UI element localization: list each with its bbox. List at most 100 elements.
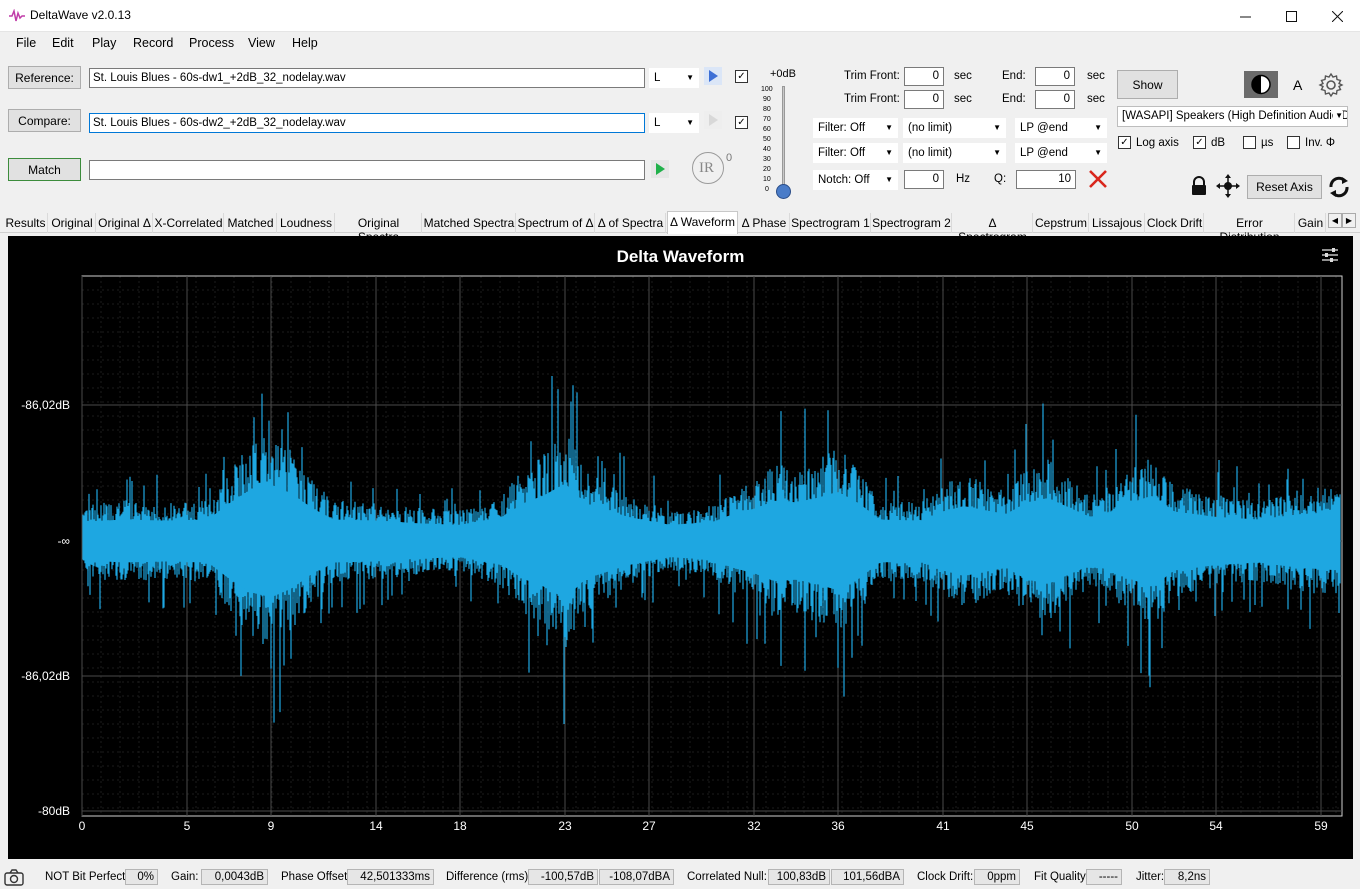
phase-offset-label: Phase Offset: xyxy=(281,871,351,883)
phase-offset-value: 42,501333ms xyxy=(347,869,434,885)
tab-scroll-right-button[interactable]: ▶ xyxy=(1342,213,1356,228)
x-tick-label: 54 xyxy=(1209,819,1223,833)
reference-channel-select[interactable]: L ▼ xyxy=(649,68,699,88)
lp-select-2[interactable]: LP @end ▼ xyxy=(1015,143,1107,163)
trim-front-field[interactable]: 0 xyxy=(904,67,944,86)
clear-filters-button[interactable] xyxy=(1088,169,1108,192)
menu-record[interactable]: Record xyxy=(133,36,173,50)
tab-results[interactable]: Results xyxy=(4,213,48,233)
us-label: µs xyxy=(1261,137,1274,149)
play-reference-button[interactable] xyxy=(704,67,722,85)
ir-button[interactable]: IR xyxy=(692,152,724,184)
tab-original-delta[interactable]: Original Δ xyxy=(97,213,153,233)
tab-spectrogram-1[interactable]: Spectrogram 1 xyxy=(791,213,871,233)
trim-end-unit: sec xyxy=(1087,70,1105,82)
clock-drift-value: 0ppm xyxy=(974,869,1020,885)
reset-axis-button[interactable]: Reset Axis xyxy=(1247,175,1322,199)
tab-lissajous[interactable]: Lissajous xyxy=(1090,213,1145,233)
filter-select-1[interactable]: Filter: Off ▼ xyxy=(813,118,898,138)
filter-value: Filter: Off xyxy=(818,147,866,159)
menu-file[interactable]: File xyxy=(16,36,36,50)
delta-waveform-chart[interactable]: Delta Waveform 0 5 9 14 18 23 27 32 36 41 45 50 54 59… xyxy=(8,236,1353,859)
tab-original[interactable]: Original xyxy=(49,213,96,233)
close-button[interactable] xyxy=(1314,0,1360,32)
inv-phase-checkbox[interactable] xyxy=(1287,136,1300,149)
tab-cepstrum[interactable]: Cepstrum xyxy=(1034,213,1089,233)
tab-original-spectra[interactable]: Original Spectra xyxy=(336,213,422,244)
tab-spectrogram-2[interactable]: Spectrogram 2 xyxy=(872,213,952,233)
tab-spectrum-of-delta[interactable]: Spectrum of Δ xyxy=(517,213,595,233)
menu-help[interactable]: Help xyxy=(292,36,318,50)
reference-button[interactable]: Reference: xyxy=(8,66,81,89)
limit-select-1[interactable]: (no limit) ▼ xyxy=(903,118,1006,138)
lock-axis-button[interactable] xyxy=(1189,176,1209,199)
theme-toggle-button[interactable] xyxy=(1244,71,1278,98)
tab-gain[interactable]: Gain xyxy=(1296,213,1326,233)
notch-select[interactable]: Notch: Off ▼ xyxy=(813,170,898,190)
output-device-select[interactable]: [WASAPI] Speakers (High Definition Audio… xyxy=(1117,106,1348,127)
reference-enable-checkbox[interactable]: ✓ xyxy=(735,70,748,83)
volume-tick: 70 xyxy=(763,116,771,123)
lp-value: LP @end xyxy=(1020,122,1068,134)
play-match-button[interactable] xyxy=(651,160,669,178)
compare-channel-select[interactable]: L ▼ xyxy=(649,113,699,133)
maximize-button[interactable] xyxy=(1268,0,1314,32)
tab-delta-phase[interactable]: Δ Phase xyxy=(739,213,790,233)
jitter-value: 8,2ns xyxy=(1164,869,1210,885)
x-tick-label: 27 xyxy=(642,819,656,833)
compare-file-field[interactable]: St. Louis Blues - 60s-dw2_+2dB_32_nodela… xyxy=(89,113,645,133)
q-label: Q: xyxy=(994,173,1007,185)
lp-select-1[interactable]: LP @end ▼ xyxy=(1015,118,1107,138)
pan-button[interactable] xyxy=(1215,173,1241,202)
play-compare-button[interactable] xyxy=(704,111,722,129)
match-button[interactable]: Match xyxy=(8,158,81,181)
compare-enable-checkbox[interactable]: ✓ xyxy=(735,116,748,129)
filter-select-2[interactable]: Filter: Off ▼ xyxy=(813,143,898,163)
db-checkbox[interactable]: ✓ xyxy=(1193,136,1206,149)
tab-delta-of-spectra[interactable]: Δ of Spectra xyxy=(596,213,666,233)
tab-loudness[interactable]: Loudness xyxy=(278,213,335,233)
tab-matched-spectra[interactable]: Matched Spectra xyxy=(423,213,516,233)
tab-delta-waveform[interactable]: Δ Waveform xyxy=(667,211,738,234)
fit-quality-value: ----- xyxy=(1086,869,1122,885)
tab-x-correlated[interactable]: X-Correlated xyxy=(154,213,224,233)
notch-frequency-field[interactable]: 0 xyxy=(904,170,944,189)
q-field[interactable]: 10 xyxy=(1016,170,1076,189)
log-axis-checkbox[interactable]: ✓ xyxy=(1118,136,1131,149)
trim-end-field[interactable]: 0 xyxy=(1035,67,1075,86)
font-size-letter[interactable]: A xyxy=(1293,77,1302,93)
compare-button[interactable]: Compare: xyxy=(8,109,81,132)
volume-tick: 100 xyxy=(761,86,773,93)
trim-end-field-2[interactable]: 0 xyxy=(1035,90,1075,109)
x-tick-label: 50 xyxy=(1125,819,1139,833)
jitter-label: Jitter: xyxy=(1136,871,1165,883)
ir-label: IR xyxy=(699,160,714,176)
menu-view[interactable]: View xyxy=(248,36,275,50)
volume-slider-handle[interactable] xyxy=(776,184,791,199)
play-icon xyxy=(651,160,669,178)
us-checkbox[interactable] xyxy=(1243,136,1256,149)
limit-select-2[interactable]: (no limit) ▼ xyxy=(903,143,1006,163)
show-button[interactable]: Show xyxy=(1117,70,1178,99)
screenshot-button[interactable] xyxy=(4,868,24,889)
tab-clock-drift[interactable]: Clock Drift xyxy=(1146,213,1204,233)
settings-button[interactable] xyxy=(1318,72,1344,101)
lock-icon xyxy=(1192,176,1206,195)
x-tick-label: 59 xyxy=(1314,819,1328,833)
chevron-down-icon: ▼ xyxy=(686,73,694,82)
tab-delta-spectrogram[interactable]: Δ Spectrogram xyxy=(953,213,1033,244)
reference-file-field[interactable]: St. Louis Blues - 60s-dw1_+2dB_32_nodela… xyxy=(89,68,645,88)
tab-scroll-left-button[interactable]: ◀ xyxy=(1328,213,1342,228)
menu-edit[interactable]: Edit xyxy=(52,36,74,50)
menu-play[interactable]: Play xyxy=(92,36,116,50)
chart-plot[interactable]: 0 5 9 14 18 23 27 32 36 41 45 50 54 59-86,02dB-∞-86,0… xyxy=(8,236,1353,859)
menu-process[interactable]: Process xyxy=(189,36,234,50)
camera-icon xyxy=(4,869,24,886)
x-tick-label: 5 xyxy=(184,819,191,833)
refresh-button[interactable] xyxy=(1327,175,1351,202)
minimize-button[interactable] xyxy=(1222,0,1268,32)
volume-track[interactable] xyxy=(782,86,785,192)
trim-front-field-2[interactable]: 0 xyxy=(904,90,944,109)
tab-error-distribution[interactable]: Error Distribution xyxy=(1205,213,1295,244)
tab-matched[interactable]: Matched xyxy=(225,213,277,233)
